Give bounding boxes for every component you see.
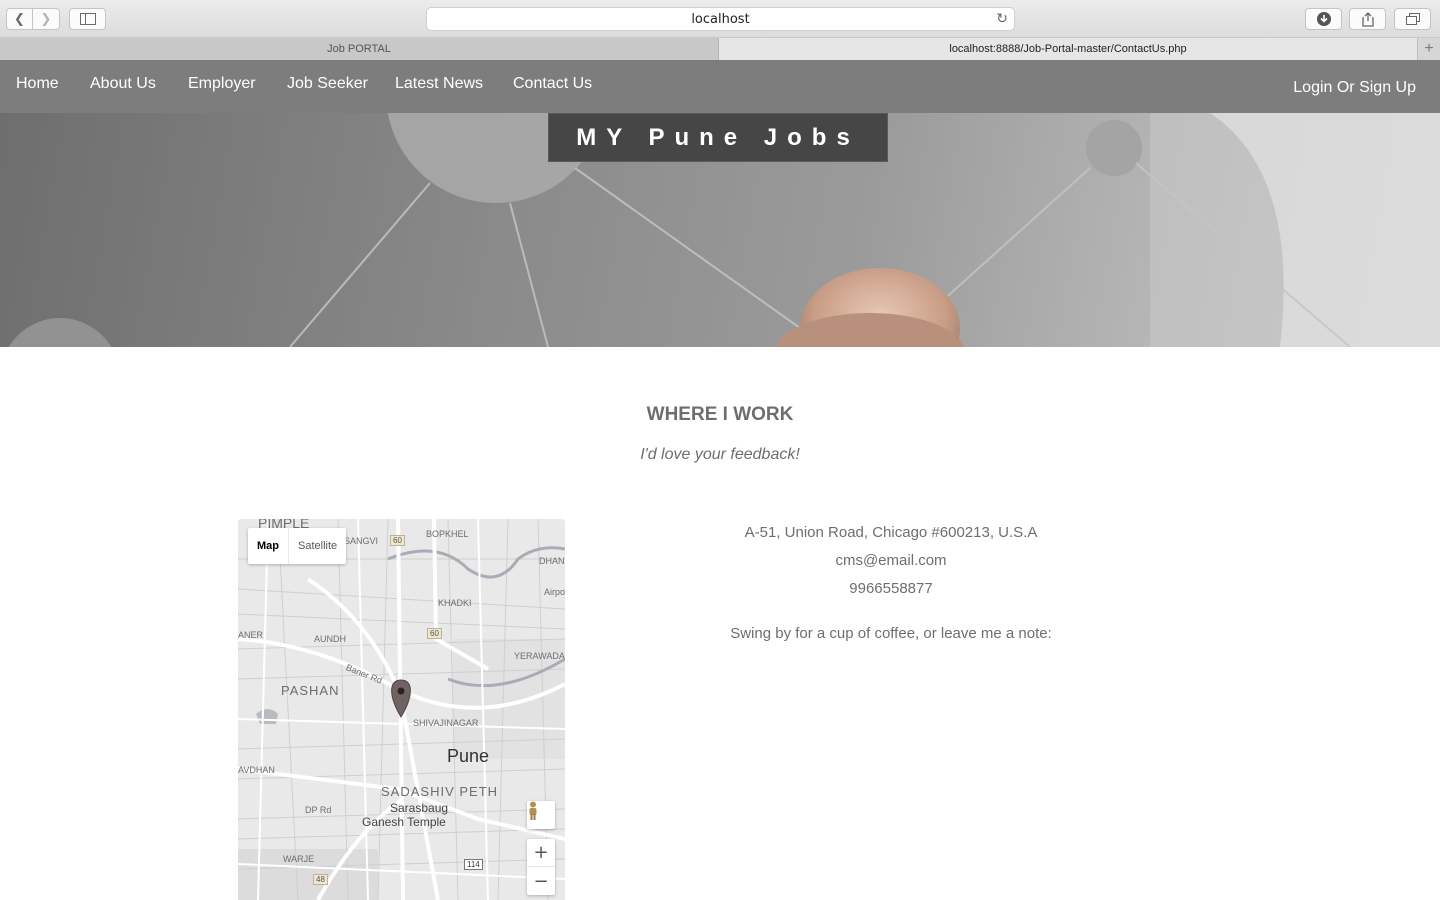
map-type-control: Map Satellite [248,528,347,564]
nav-contact-us[interactable]: Contact Us [513,75,592,93]
login-signup-link[interactable]: Login Or Sign Up [1293,79,1416,97]
tab-contact-us[interactable]: localhost:8888/Job-Portal-master/Contact… [719,38,1417,60]
map-label-avdhan: AVDHAN [238,765,275,775]
street-view-pegman-icon[interactable] [527,801,555,829]
map-tiles [238,519,565,900]
sidebar-toggle-icon[interactable] [69,8,106,30]
tabs-overview-icon[interactable] [1394,8,1431,30]
map-label-dhan: DHAN [539,556,565,566]
map-label-hw48: 48 [313,874,328,885]
zoom-in-button[interactable]: + [527,839,555,867]
share-icon[interactable] [1349,8,1386,30]
downloads-icon[interactable] [1305,8,1342,30]
map-label-shivajinagar: SHIVAJINAGAR [413,718,479,728]
nav-job-seeker[interactable]: Job Seeker [287,75,368,93]
map-type-satellite-button[interactable]: Satellite [289,528,346,564]
site-navbar: Home About Us Employer Job Seeker Latest… [0,60,1440,113]
map-label-aundh: AUNDH [314,634,347,644]
map-label-pashan: PASHAN [281,683,340,698]
map-zoom-control: + − [527,839,555,895]
map-label-sangvi: SANGVI [344,536,379,546]
forward-icon[interactable]: ❯ [33,8,60,30]
section-subtitle: I'd love your feedback! [640,446,800,463]
map-label-khadki: KHADKI [438,598,472,608]
map-label-dp-rd: DP Rd [305,805,332,815]
map-label-sadashiv-peth: SADASHIV PETH [381,784,499,799]
section-title: WHERE I WORK [646,404,794,425]
address-bar[interactable]: localhost ↻ [426,7,1015,31]
back-icon[interactable]: ❮ [6,8,33,30]
contact-address: A-51, Union Road, Chicago #600213, U.S.A [744,524,1038,541]
map-label-hw60a: 60 [390,535,405,546]
map-label-yerawada: YERAWADA [514,651,565,661]
map-label-aner: ANER [238,630,264,640]
nav-employer[interactable]: Employer [188,75,256,93]
google-map[interactable]: PIMPLE SANGVI BOPKHEL DHAN KHADKI Airpo … [238,519,565,900]
map-label-sarasbaug: Sarasbaug [390,801,449,815]
map-label-ganesh-temple: Ganesh Temple [362,815,446,829]
map-label-bopkhel: BOPKHEL [426,529,469,539]
contact-note: Swing by for a cup of coffee, or leave m… [730,625,1052,642]
nav-about-us[interactable]: About Us [90,75,156,93]
history-buttons: ❮ ❯ [6,8,60,30]
map-label-airpo: Airpo [544,587,565,597]
site-brand[interactable]: MY Pune Jobs [548,113,888,162]
map-label-pune: Pune [447,746,490,766]
reload-icon[interactable]: ↻ [996,11,1008,27]
browser-toolbar: ❮ ❯ localhost ↻ [0,0,1440,38]
map-label-hw114: 114 [464,859,483,870]
tab-bar: Job PORTAL localhost:8888/Job-Portal-mas… [0,38,1440,60]
map-type-map-button[interactable]: Map [248,528,289,564]
address-text: localhost [691,11,750,27]
new-tab-button[interactable]: + [1417,38,1440,60]
zoom-out-button[interactable]: − [527,867,555,895]
contact-phone[interactable]: 9966558877 [640,580,1142,597]
nav-home[interactable]: Home [16,75,59,93]
map-label-warje: WARJE [283,854,315,864]
nav-latest-news[interactable]: Latest News [395,75,483,93]
map-label-hw60b: 60 [427,628,442,639]
hero-banner: MY Pune Jobs [0,113,1440,347]
tab-job-portal[interactable]: Job PORTAL [0,38,719,60]
contact-email[interactable]: cms@email.com [640,552,1142,569]
